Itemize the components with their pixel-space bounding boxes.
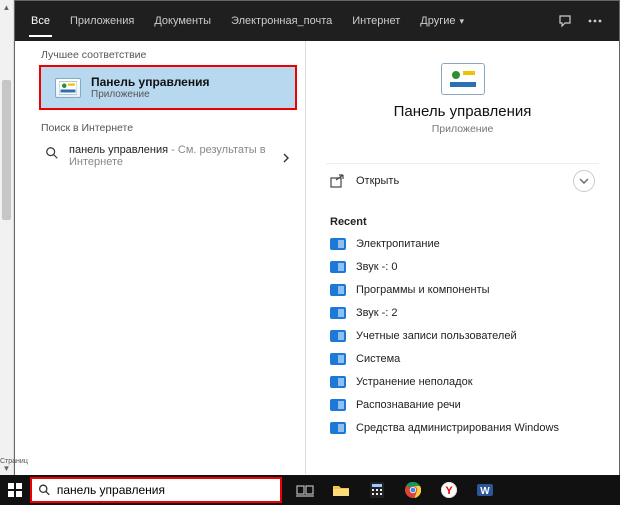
best-match-title: Панель управления xyxy=(91,75,209,89)
start-button[interactable] xyxy=(0,475,30,505)
recent-item[interactable]: Электропитание xyxy=(330,234,599,254)
svg-text:W: W xyxy=(480,486,490,497)
recent-item[interactable]: Программы и компоненты xyxy=(330,280,599,300)
task-view-icon[interactable] xyxy=(290,475,320,505)
section-best-match: Лучшее соответствие xyxy=(15,41,305,65)
cpl-icon xyxy=(330,307,346,319)
cpl-icon xyxy=(330,238,346,250)
search-icon xyxy=(38,483,51,497)
recent-item[interactable]: Система xyxy=(330,349,599,369)
taskbar: Y W xyxy=(0,475,620,505)
feedback-icon[interactable] xyxy=(557,13,573,29)
chevron-right-icon[interactable] xyxy=(281,150,293,168)
cpl-icon xyxy=(330,261,346,273)
preview-app-icon xyxy=(441,63,485,95)
best-match-item[interactable]: Панель управления Приложение xyxy=(39,65,297,110)
section-web-search: Поиск в Интернете xyxy=(15,114,305,138)
recent-item[interactable]: Распознавание речи xyxy=(330,395,599,415)
yandex-icon[interactable]: Y xyxy=(434,475,464,505)
open-action[interactable]: Открыть xyxy=(326,163,599,198)
open-label: Открыть xyxy=(356,175,399,187)
tab-more[interactable]: Другие▾ xyxy=(410,1,474,41)
recent-item[interactable]: Звук -: 0 xyxy=(330,257,599,277)
cpl-icon xyxy=(330,330,346,342)
recent-list: Электропитание Звук -: 0 Программы и ком… xyxy=(306,234,619,438)
preview-pane: Панель управления Приложение Открыть Rec… xyxy=(305,41,619,474)
preview-subtitle: Приложение xyxy=(306,123,619,135)
taskbar-search[interactable] xyxy=(30,477,282,503)
tab-web[interactable]: Интернет xyxy=(342,1,410,41)
tab-documents[interactable]: Документы xyxy=(144,1,221,41)
cpl-icon xyxy=(330,422,346,434)
recent-item[interactable]: Средства администрирования Windows xyxy=(330,418,599,438)
page-counter: Страниц xyxy=(0,458,28,465)
cpl-icon xyxy=(330,376,346,388)
filter-tabs-bar: Все Приложения Документы Электронная_поч… xyxy=(15,1,619,41)
scroll-thumb[interactable] xyxy=(2,80,11,220)
web-query: панель управления xyxy=(69,144,168,156)
svg-text:Y: Y xyxy=(445,485,453,497)
chevron-down-icon[interactable] xyxy=(573,170,595,192)
recent-item[interactable]: Устранение неполадок xyxy=(330,372,599,392)
open-icon xyxy=(330,174,346,188)
search-input[interactable] xyxy=(57,483,274,497)
search-flyout: Все Приложения Документы Электронная_поч… xyxy=(14,0,620,505)
tab-apps[interactable]: Приложения xyxy=(60,1,144,41)
chrome-icon[interactable] xyxy=(398,475,428,505)
search-icon xyxy=(45,146,59,165)
cpl-icon xyxy=(330,353,346,365)
tab-all[interactable]: Все xyxy=(21,1,60,41)
scroll-up-icon[interactable]: ▲ xyxy=(0,0,13,14)
word-icon[interactable]: W xyxy=(470,475,500,505)
preview-title: Панель управления xyxy=(306,103,619,120)
options-icon[interactable] xyxy=(587,13,603,29)
cpl-icon xyxy=(330,399,346,411)
file-explorer-icon[interactable] xyxy=(326,475,356,505)
recent-label: Recent xyxy=(330,216,599,228)
web-search-item[interactable]: панель управления - См. результаты в Инт… xyxy=(15,138,305,174)
control-panel-icon xyxy=(55,78,81,98)
recent-item[interactable]: Учетные записи пользователей xyxy=(330,326,599,346)
recent-item[interactable]: Звук -: 2 xyxy=(330,303,599,323)
tab-email[interactable]: Электронная_почта xyxy=(221,1,342,41)
best-match-subtitle: Приложение xyxy=(91,89,209,100)
calculator-icon[interactable] xyxy=(362,475,392,505)
cpl-icon xyxy=(330,284,346,296)
results-list: Лучшее соответствие Панель управления Пр… xyxy=(15,41,305,474)
page-scrollbar[interactable]: ▲ ▼ xyxy=(0,0,14,475)
